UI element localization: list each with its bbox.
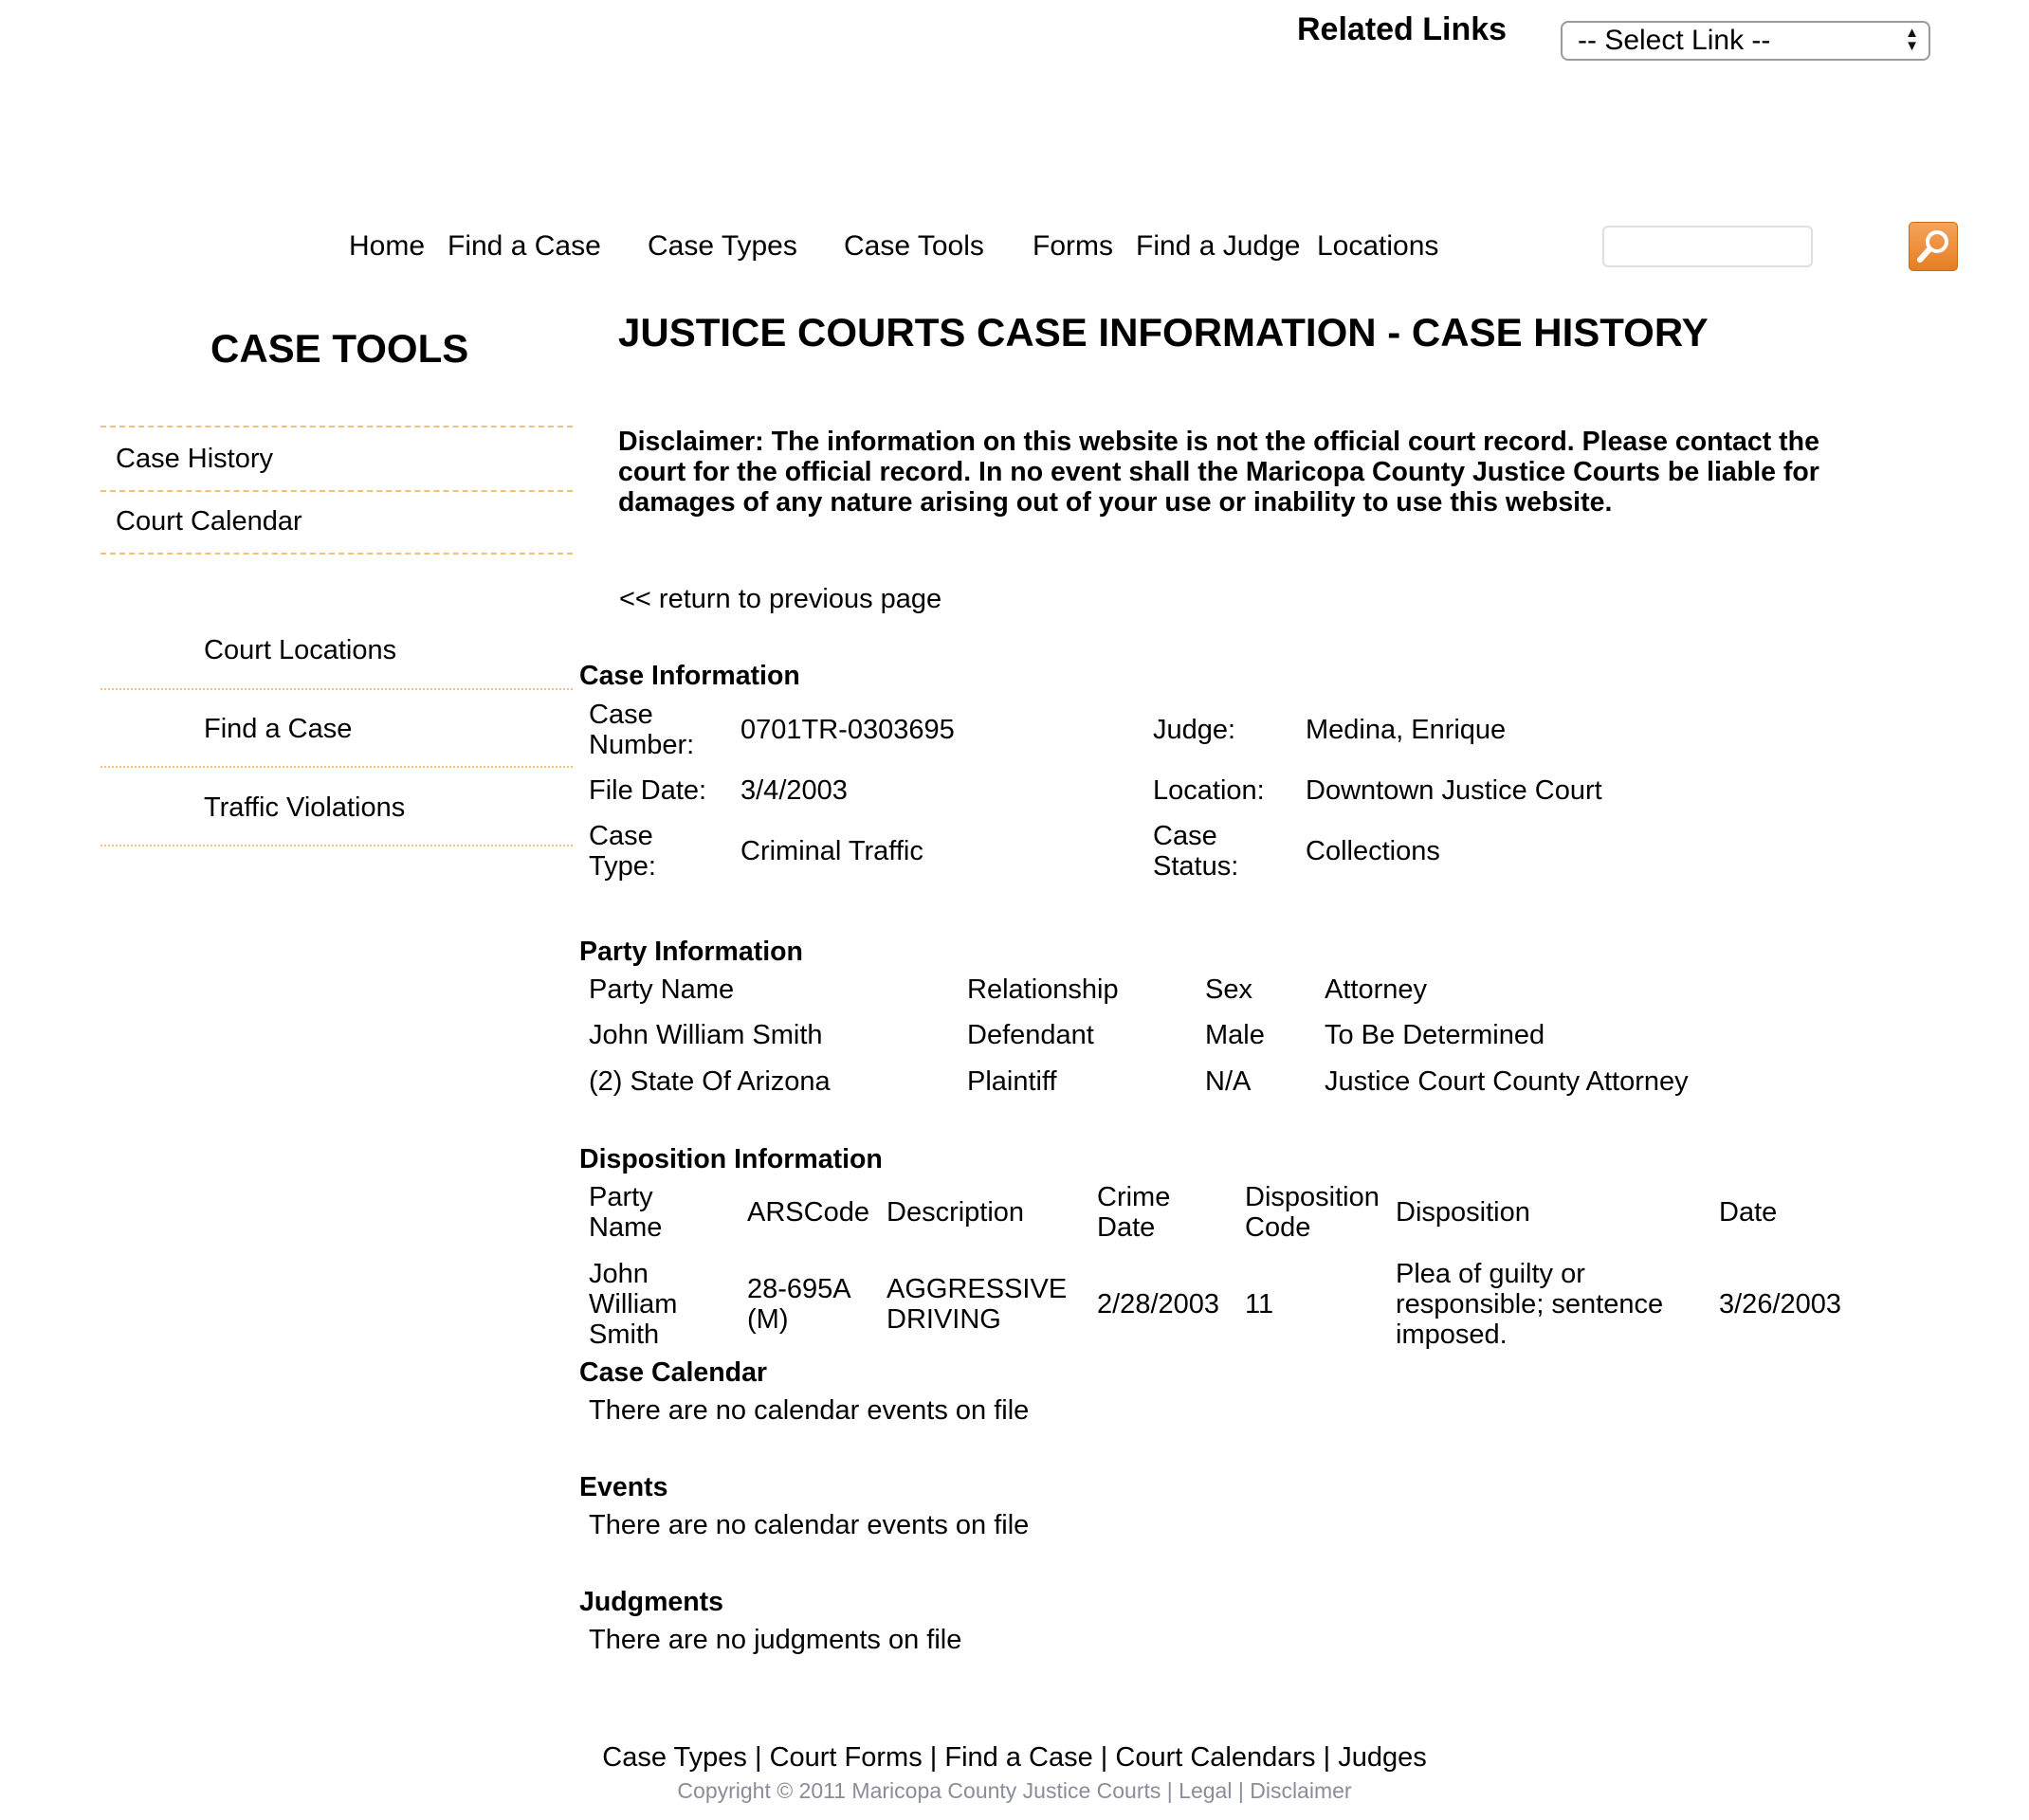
party-row-2-sex: N/A (1205, 1066, 1252, 1097)
disp-header-date: Date (1719, 1197, 1778, 1228)
related-links-label: Related Links (1297, 11, 1508, 47)
sidebar-divider (101, 766, 573, 768)
sidebar-divider (101, 845, 573, 846)
search-button[interactable] (1909, 222, 1958, 271)
nav-home[interactable]: Home (349, 230, 425, 263)
disp-row-description: AGGRESSIVE DRIVING (887, 1274, 1068, 1335)
disp-header-party-name: Party Name (589, 1182, 663, 1243)
disp-header-disposition: Disposition (1396, 1197, 1530, 1228)
party-row-2-name: (2) State Of Arizona (589, 1066, 831, 1097)
party-row-1-sex: Male (1205, 1020, 1265, 1050)
case-calendar-title: Case Calendar (579, 1357, 768, 1388)
case-type-value: Criminal Traffic (740, 836, 923, 866)
case-number-label: Case Number: (589, 700, 695, 760)
disposition-information-title: Disposition Information (579, 1144, 883, 1174)
footer-link-court-calendars[interactable]: Court Calendars (1115, 1742, 1315, 1773)
footer-link-disclaimer[interactable]: Disclaimer (1250, 1778, 1351, 1803)
sidebar-item-court-calendar[interactable]: Court Calendar (116, 506, 302, 537)
magnifier-icon (1917, 230, 1948, 263)
up-down-arrows-icon: ▲ ▼ (1905, 25, 1919, 54)
footer-link-court-forms[interactable]: Court Forms (770, 1742, 923, 1773)
footer-link-judges[interactable]: Judges (1338, 1742, 1427, 1773)
page-title: JUSTICE COURTS CASE INFORMATION - CASE H… (618, 310, 1709, 355)
return-to-previous-link[interactable]: << return to previous page (619, 584, 941, 615)
sidebar-divider (101, 688, 573, 690)
case-number-value: 0701TR-0303695 (740, 715, 955, 745)
party-row-1-name: John William Smith (589, 1020, 823, 1050)
location-value: Downtown Justice Court (1306, 775, 1602, 806)
judgments-title: Judgments (579, 1587, 724, 1617)
footer-separator: | (746, 1742, 770, 1773)
nav-case-tools[interactable]: Case Tools (844, 230, 984, 263)
judge-label: Judge: (1153, 715, 1236, 745)
disp-row-ars-code: 28-695A (M) (747, 1274, 851, 1335)
disp-row-disposition: Plea of guilty or responsible; sentence … (1396, 1259, 1664, 1350)
footer-separator: | (1161, 1778, 1179, 1803)
party-header-relationship: Relationship (967, 974, 1119, 1005)
sidebar-item-court-locations[interactable]: Court Locations (204, 635, 396, 666)
party-row-2-relationship: Plaintiff (967, 1066, 1057, 1097)
party-row-1-attorney: To Be Determined (1325, 1020, 1545, 1050)
footer-link-legal[interactable]: Legal (1179, 1778, 1232, 1803)
judgments-text: There are no judgments on file (589, 1625, 962, 1655)
party-header-sex: Sex (1205, 974, 1252, 1005)
disp-row-date: 3/26/2003 (1719, 1289, 1842, 1320)
disp-header-disposition-code: Disposition Code (1245, 1182, 1380, 1243)
disp-header-crime-date: Crime Date (1097, 1182, 1171, 1243)
footer-links: Case Types | Court Forms | Find a Case |… (0, 1742, 2029, 1774)
case-calendar-text: There are no calendar events on file (589, 1395, 1030, 1426)
case-information-title: Case Information (579, 661, 800, 691)
party-row-2-attorney: Justice Court County Attorney (1325, 1066, 1689, 1097)
disp-row-disposition-code: 11 (1245, 1289, 1274, 1320)
sidebar-title: CASE TOOLS (210, 326, 469, 371)
copyright-text: Copyright © 2011 Maricopa County Justice… (677, 1778, 1161, 1803)
judge-value: Medina, Enrique (1306, 715, 1507, 745)
footer-separator: | (922, 1742, 945, 1773)
location-label: Location: (1153, 775, 1265, 806)
party-row-1-relationship: Defendant (967, 1020, 1094, 1050)
party-header-attorney: Attorney (1325, 974, 1427, 1005)
party-header-name: Party Name (589, 974, 735, 1005)
disclaimer-text: Disclaimer: The information on this webs… (618, 427, 1819, 518)
disp-header-ars-code: ARSCode (747, 1197, 869, 1228)
events-text: There are no calendar events on file (589, 1510, 1030, 1540)
related-links-select[interactable]: -- Select Link -- ▲ ▼ (1561, 21, 1930, 61)
case-type-label: Case Type: (589, 821, 656, 882)
disp-header-description: Description (887, 1197, 1025, 1228)
file-date-label: File Date: (589, 775, 707, 806)
nav-case-types[interactable]: Case Types (648, 230, 797, 263)
footer-link-case-types[interactable]: Case Types (602, 1742, 747, 1773)
sidebar-divider (101, 490, 573, 492)
sidebar-divider (101, 553, 573, 555)
case-status-value: Collections (1306, 836, 1440, 866)
nav-locations[interactable]: Locations (1317, 230, 1438, 263)
case-status-label: Case Status: (1153, 821, 1239, 882)
sidebar-item-case-history[interactable]: Case History (116, 444, 273, 475)
sidebar-item-traffic-violations[interactable]: Traffic Violations (204, 792, 405, 824)
footer-separator: | (1232, 1778, 1251, 1803)
nav-find-a-case[interactable]: Find a Case (448, 230, 601, 263)
disp-row-party-name: John William Smith (589, 1259, 678, 1350)
nav-forms[interactable]: Forms (1033, 230, 1113, 263)
select-value: -- Select Link -- (1578, 25, 1771, 56)
footer-separator: | (1092, 1742, 1116, 1773)
events-title: Events (579, 1472, 668, 1502)
footer-link-find-a-case[interactable]: Find a Case (944, 1742, 1092, 1773)
footer-separator: | (1315, 1742, 1339, 1773)
party-information-title: Party Information (579, 937, 803, 967)
disp-row-crime-date: 2/28/2003 (1097, 1289, 1220, 1320)
sidebar-divider (101, 426, 573, 428)
sidebar-item-find-a-case[interactable]: Find a Case (204, 714, 352, 745)
copyright-line: Copyright © 2011 Maricopa County Justice… (0, 1778, 2029, 1804)
nav-find-a-judge[interactable]: Find a Judge (1136, 230, 1300, 263)
file-date-value: 3/4/2003 (740, 775, 848, 806)
search-input[interactable] (1602, 226, 1813, 267)
